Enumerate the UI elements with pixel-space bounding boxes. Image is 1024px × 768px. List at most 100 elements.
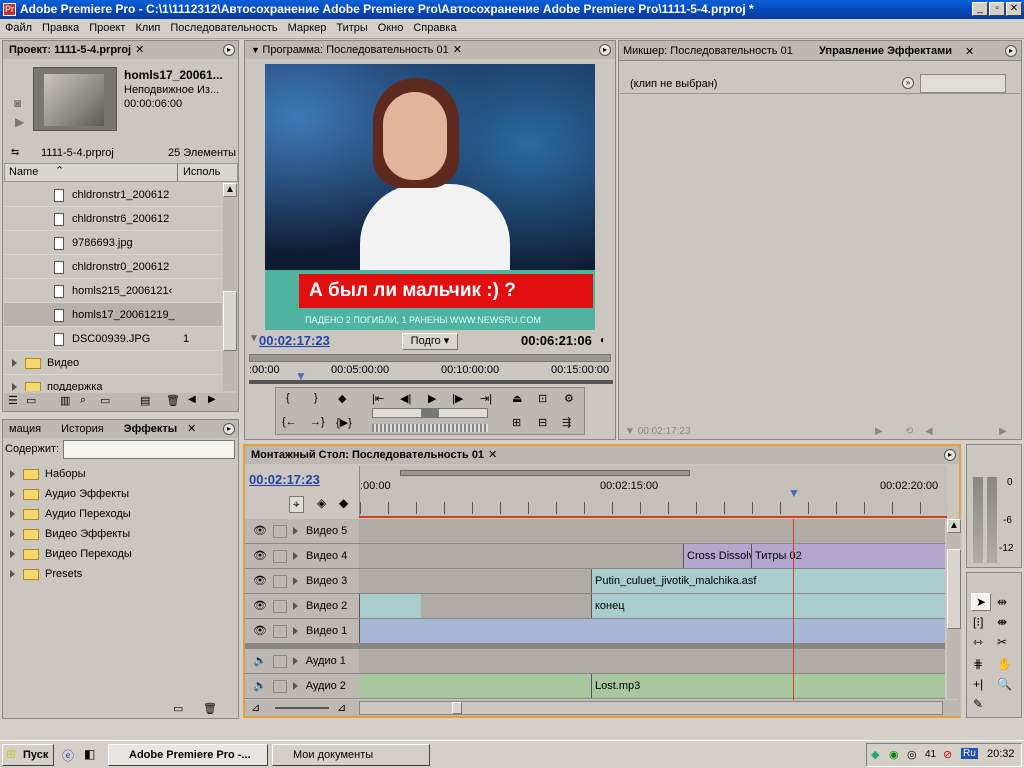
list-item[interactable]: homls215_2006121‹ (4, 279, 222, 303)
selection-tool-icon[interactable]: ➤ (971, 593, 991, 611)
speaker-icon[interactable]: 🔈 (253, 655, 267, 667)
list-item[interactable]: chldronstr6_200612 (4, 207, 222, 231)
clip-video2-start[interactable] (359, 594, 421, 618)
scroll-up-icon[interactable]: ▲ (223, 183, 237, 197)
speaker-icon[interactable]: 🔈 (253, 680, 267, 692)
expand-triangle-icon[interactable] (10, 550, 15, 559)
scroll-right-icon[interactable]: ▶ (208, 394, 216, 405)
lock-toggle[interactable] (272, 679, 287, 693)
lock-toggle[interactable] (272, 624, 287, 638)
eye-icon[interactable]: 👁 (253, 625, 267, 637)
go-next-edit-icon[interactable]: →} (310, 416, 325, 428)
column-usage[interactable]: Исполь (183, 166, 220, 178)
find-icon[interactable]: ⌕ (80, 394, 86, 407)
clip-konec[interactable]: конец (591, 594, 945, 618)
panel-menu-icon[interactable]: ▸ (944, 449, 956, 461)
eye-icon[interactable]: 👁 (253, 550, 267, 562)
effects-search-input[interactable] (63, 440, 235, 459)
panel-menu-icon[interactable]: ▸ (223, 44, 235, 56)
list-item-folder[interactable]: поддержка (4, 375, 222, 391)
tray-icon-3[interactable]: ◎ (907, 748, 917, 761)
play-icon[interactable]: ▶ (15, 115, 24, 129)
set-marker-icon[interactable]: ◆ (338, 392, 346, 405)
timeline-hscrollbar[interactable] (359, 701, 943, 715)
list-item-selected[interactable]: homls17_20061219_ (4, 303, 222, 327)
shuttle-slider[interactable] (372, 408, 488, 418)
scroll-right-icon[interactable]: ▶ (999, 426, 1007, 437)
mark-out-icon[interactable]: } (314, 392, 318, 404)
list-item[interactable]: chldronstr1_200612 (4, 183, 222, 207)
fit-dropdown[interactable]: Подго ▾ (402, 333, 458, 350)
ripple-edit-icon[interactable]: [⁝] (973, 615, 983, 629)
close-icon[interactable]: ✕ (187, 423, 196, 435)
bin-icon[interactable]: ▭ (100, 394, 110, 407)
rolling-edit-icon[interactable]: ⇼ (997, 615, 1007, 629)
expand-triangle-icon[interactable] (292, 602, 298, 611)
expand-triangle-icon[interactable] (10, 530, 15, 539)
lock-toggle[interactable] (272, 549, 287, 563)
list-view-icon[interactable]: ☰ (8, 394, 18, 407)
slide-tool-icon[interactable]: +| (973, 677, 983, 691)
pen-tool-icon[interactable]: ✎ (973, 697, 983, 711)
tray-stop-icon[interactable]: ⊘ (943, 748, 952, 761)
track-video4[interactable]: Cross Dissolv Титры 02 (359, 544, 945, 569)
zoom-in-icon[interactable]: ⊿ (337, 701, 346, 714)
tray-icon-2[interactable]: ◉ (889, 748, 899, 761)
expand-triangle-icon[interactable] (12, 383, 17, 391)
clip-lost[interactable]: Lost.mp3 (591, 674, 945, 698)
go-to-in-icon[interactable]: |⇤ (372, 392, 384, 405)
mark-in-icon[interactable]: { (286, 392, 290, 404)
track-video5[interactable] (359, 519, 945, 544)
track-audio1[interactable] (359, 649, 945, 674)
zoom-out-icon[interactable]: ⊿ (251, 701, 260, 714)
clip-titles[interactable]: Титры 02 (751, 544, 945, 568)
razor-icon[interactable]: ✂ (997, 635, 1007, 649)
list-item[interactable]: 9786693.jpg (4, 231, 222, 255)
scroll-up-icon[interactable]: ▲ (947, 519, 961, 533)
scroll-icon[interactable]: ◐ (600, 335, 606, 346)
extract-icon[interactable]: ⊡ (538, 392, 547, 405)
list-item-folder[interactable]: Presets (4, 564, 222, 584)
track-video3[interactable]: Putin_culuet_jivotik_malchika.asf (359, 569, 945, 594)
scroll-left-icon[interactable]: ◀ (188, 394, 196, 405)
menu-project[interactable]: Проект (84, 19, 130, 38)
jog-wheel[interactable] (372, 424, 488, 432)
play-icon[interactable]: ▶ (428, 392, 436, 405)
program-zoom-bar[interactable] (249, 354, 611, 362)
language-indicator[interactable]: Ru (961, 748, 978, 759)
close-icon[interactable]: ✕ (135, 44, 144, 56)
icon-view-icon[interactable]: ▭ (26, 394, 36, 407)
menu-help[interactable]: Справка (408, 19, 461, 38)
show-timeline-icon[interactable]: » (902, 77, 914, 89)
slip-tool-icon[interactable]: ⋕ (973, 657, 983, 671)
hand-tool-icon[interactable]: ✋ (997, 657, 1012, 671)
set-encore-marker-icon[interactable]: ◈ (317, 496, 326, 510)
close-window-button[interactable]: ✕ (1006, 2, 1022, 16)
list-item-folder[interactable]: Аудио Переходы (4, 504, 222, 524)
close-icon[interactable]: ✕ (453, 44, 462, 56)
scroll-thumb[interactable] (223, 291, 237, 351)
track-select-icon[interactable]: ⇹ (997, 595, 1007, 609)
loop-icon[interactable]: ⟲ (905, 426, 913, 437)
zoom-slider[interactable] (275, 707, 329, 709)
sort-up-icon[interactable]: ⌃ (55, 164, 64, 177)
list-item[interactable]: chldronstr0_200612 (4, 255, 222, 279)
step-back-icon[interactable]: ◀| (400, 392, 411, 405)
menu-marker[interactable]: Маркер (283, 19, 332, 38)
lock-toggle[interactable] (272, 599, 287, 613)
list-item[interactable]: DSC00939.JPG 1 (4, 327, 222, 351)
panel-menu-icon[interactable]: ▸ (1005, 45, 1017, 57)
automate-icon[interactable]: ▥ (60, 394, 70, 407)
clip-putin[interactable]: Putin_culuet_jivotik_malchika.asf (591, 569, 945, 593)
panel-menu-icon[interactable]: ▸ (599, 44, 611, 56)
rate-stretch-icon[interactable]: ⇿ (973, 635, 983, 649)
tab-effect-controls[interactable]: Управление Эффектами (819, 45, 952, 57)
eye-icon[interactable]: 👁 (253, 575, 267, 587)
track-audio2[interactable]: Lost.mp3 (359, 674, 945, 699)
new-bin-icon[interactable]: ▭ (173, 702, 183, 715)
scroll-left-icon[interactable]: ◀ (925, 426, 933, 437)
lock-toggle[interactable] (272, 574, 287, 588)
expand-triangle-icon[interactable] (292, 552, 298, 561)
menu-sequence[interactable]: Последовательность (165, 19, 282, 38)
tray-icon-1[interactable]: ◆ (871, 748, 879, 761)
